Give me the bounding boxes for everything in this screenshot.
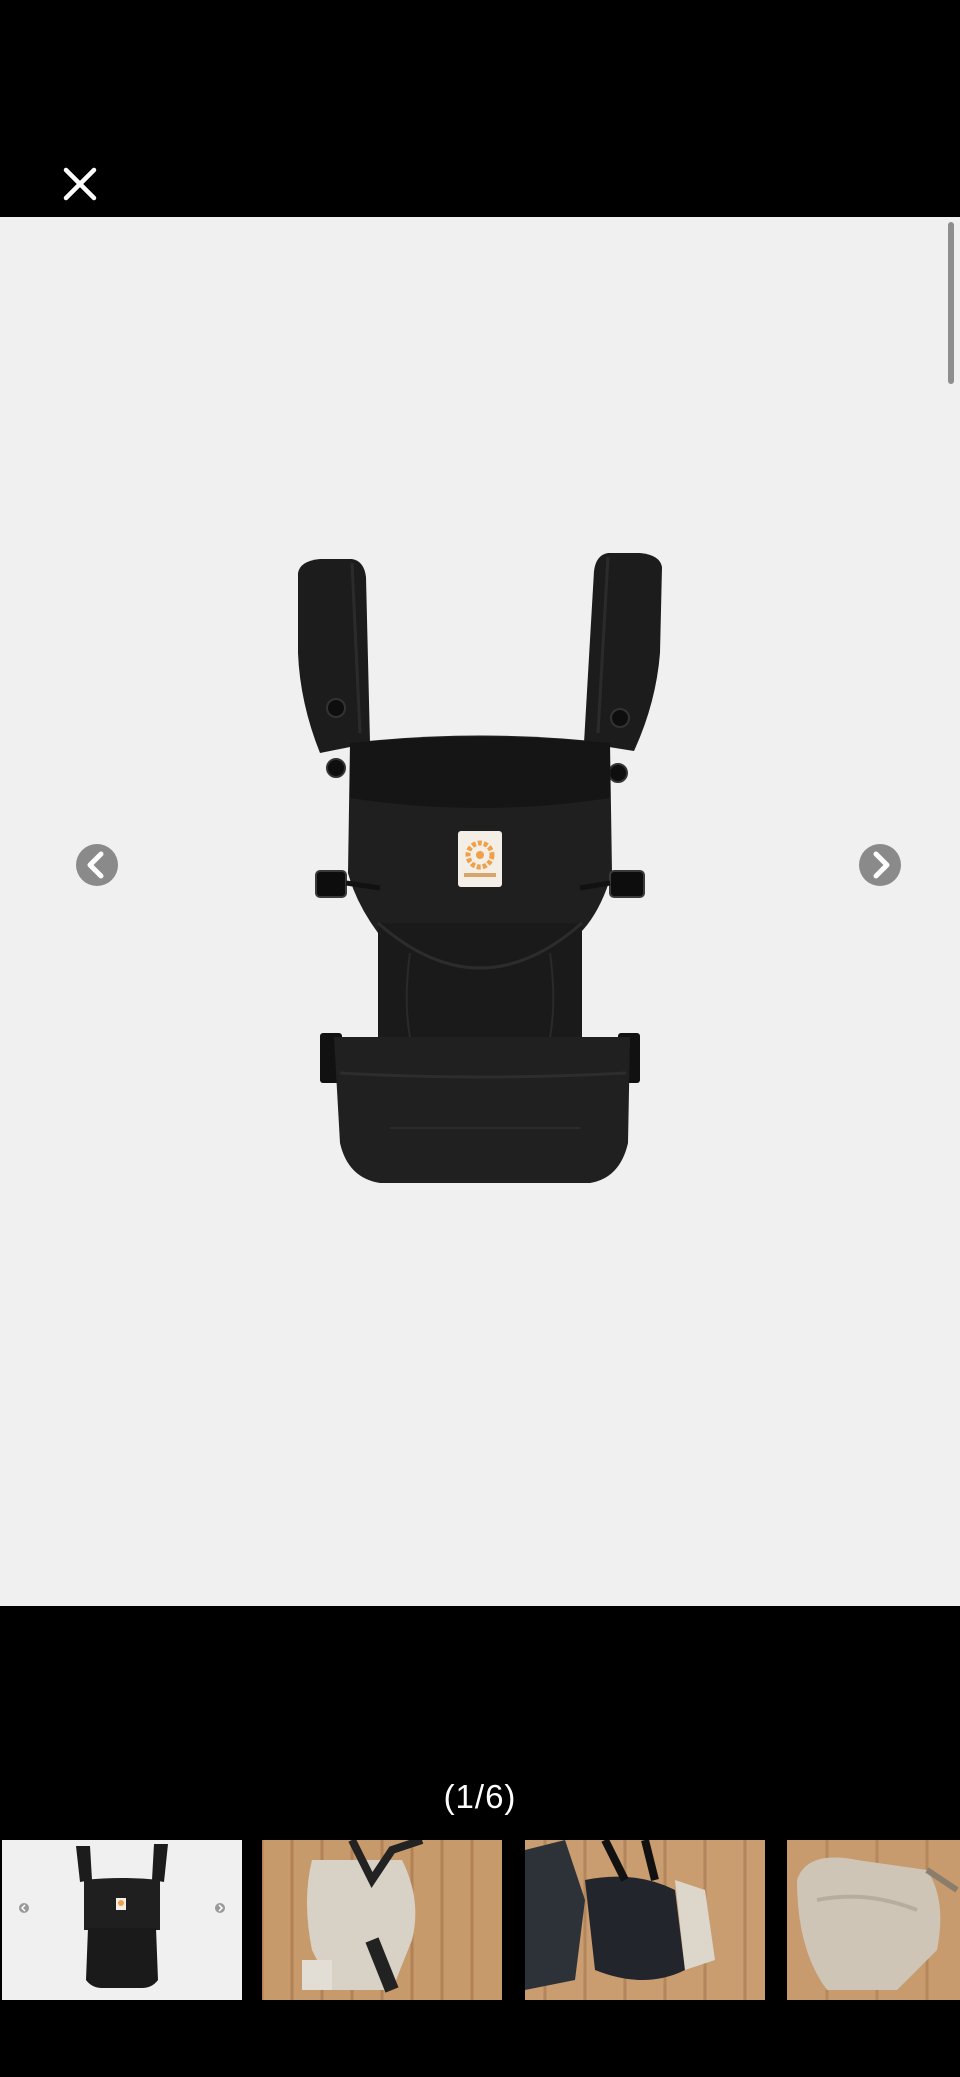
close-button[interactable] [54,158,106,210]
previous-image-button[interactable] [75,843,119,887]
thumbnail-2[interactable] [262,1840,502,2000]
thumbnail-image-carrier-floor-2 [525,1840,765,2000]
image-counter: (1/6) [443,1778,517,1815]
product-image [298,553,662,1183]
thumbnail-strip[interactable] [0,1840,960,2000]
thumbnail-image-carrier-floor-1 [262,1840,502,2000]
chevron-left-icon [76,844,118,886]
chevron-right-icon [859,844,901,886]
thumbnail-image-black-carrier [2,1840,242,2000]
close-icon [63,167,97,201]
thumbnail-4[interactable] [787,1840,960,2000]
thumbnail-1[interactable] [2,1840,242,2000]
next-image-button[interactable] [858,843,902,887]
viewer-scrollbar[interactable] [948,222,954,384]
thumbnail-image-carrier-floor-3 [787,1840,960,2000]
thumbnail-3[interactable] [525,1840,765,2000]
